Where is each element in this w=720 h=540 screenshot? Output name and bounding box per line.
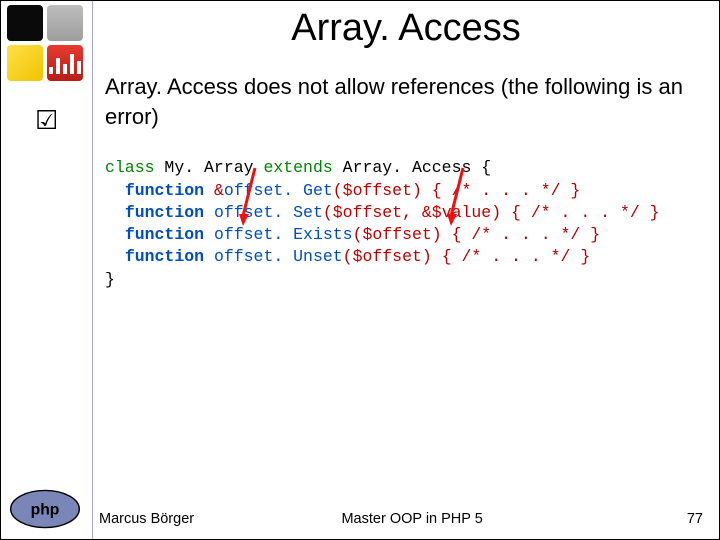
svg-text:php: php (31, 502, 60, 519)
grid-square-black (7, 5, 43, 41)
paren-open: ( (323, 203, 333, 222)
method-body-comment: { /* . . . */ } (422, 181, 580, 200)
param-offset: $offset (333, 203, 402, 222)
footer-course: Master OOP in PHP 5 (341, 511, 482, 527)
keyword-class: class (105, 158, 164, 177)
param-offset: $offset (343, 181, 412, 200)
php-logo-icon: php (9, 489, 81, 529)
method-offsetexists: offset. Exists (214, 225, 353, 244)
param-offset: $offset (362, 225, 431, 244)
paren-close: ) (412, 181, 422, 200)
indent (105, 181, 125, 200)
paren-open: ( (333, 181, 343, 200)
method-body-comment: { /* . . . */ } (501, 203, 659, 222)
indent (105, 247, 125, 266)
checkmark-bullet-icon: ☑ (35, 105, 58, 136)
brand-grid-icon (7, 5, 83, 81)
brace-close: } (105, 270, 115, 289)
keyword-function: function (125, 203, 214, 222)
main-content: Array. Access Array. Access does not all… (93, 1, 719, 539)
grid-square-red-bars (47, 45, 83, 81)
paren-close: ) (491, 203, 501, 222)
paren-open: ( (353, 225, 363, 244)
comma: , (402, 203, 422, 222)
slide-footer: Marcus Börger Master OOP in PHP 5 77 (93, 511, 703, 527)
arrow-annotation-icon (239, 121, 253, 272)
code-block: class My. Array extends Array. Access { … (101, 157, 711, 357)
method-body-comment: { /* . . . */ } (442, 225, 600, 244)
param-offset: $offset (353, 247, 422, 266)
footer-page-number: 77 (687, 511, 703, 527)
arrow-annotation-icon (447, 121, 461, 272)
ampersand: & (422, 203, 432, 222)
left-column: ☑ php (1, 1, 93, 539)
slide: ☑ php Array. Access Array. Access does n… (0, 0, 720, 540)
paren-close: ) (422, 247, 432, 266)
grid-square-yellow (7, 45, 43, 81)
grid-square-gray (47, 5, 83, 41)
slide-title: Array. Access (101, 7, 711, 50)
paren-close: ) (432, 225, 442, 244)
method-offsetset: offset. Set (214, 203, 323, 222)
paren-open: ( (343, 247, 353, 266)
indent (105, 225, 125, 244)
keyword-function: function (125, 225, 214, 244)
bars-icon (49, 52, 81, 74)
keyword-function: function (125, 181, 214, 200)
indent (105, 203, 125, 222)
footer-author: Marcus Börger (99, 511, 194, 527)
keyword-function: function (125, 247, 214, 266)
bullet-text: Array. Access does not allow references … (101, 72, 711, 131)
ampersand: & (214, 181, 224, 200)
